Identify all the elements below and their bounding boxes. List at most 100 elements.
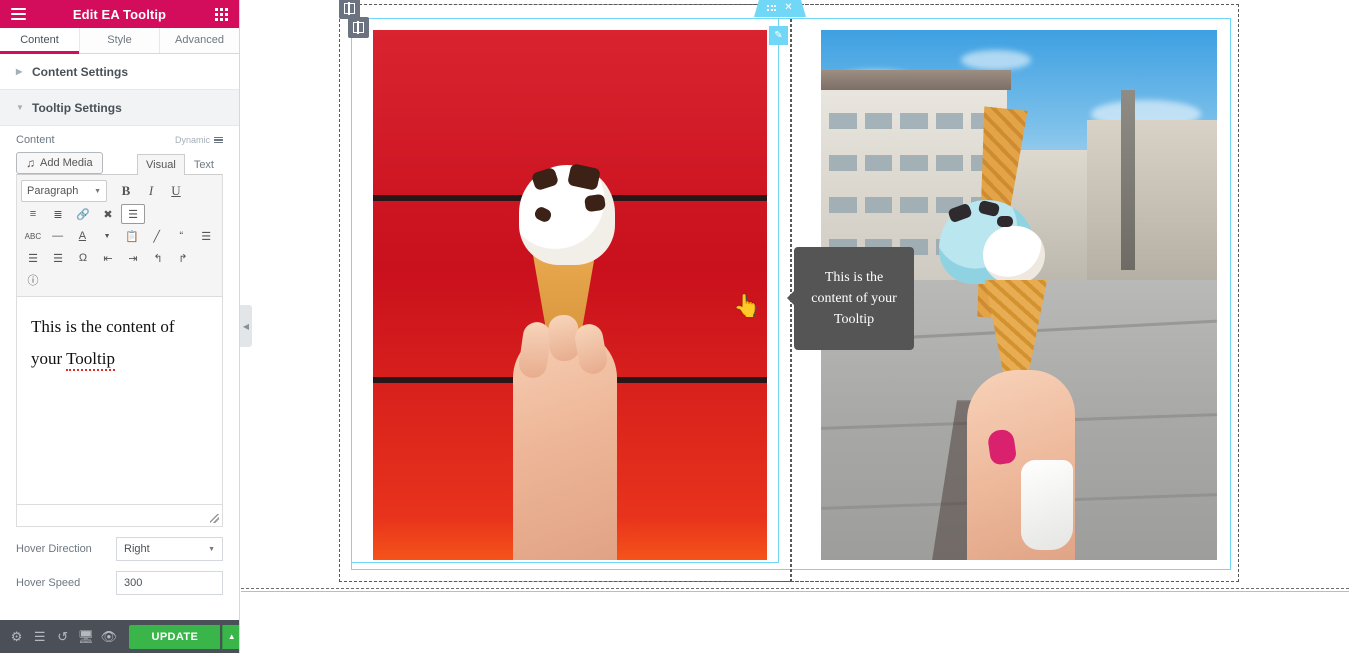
- dynamic-label: Dynamic: [174, 135, 210, 145]
- panel-tabs: Content Style Advanced: [0, 28, 239, 54]
- italic-button[interactable]: I: [139, 181, 163, 201]
- navigator-layers-icon[interactable]: ☰: [29, 620, 50, 653]
- tab-advanced[interactable]: Advanced: [160, 28, 239, 53]
- toolbar-row-4: ☰ ☰ Ω ⇤ ⇥ ↰ ↱: [21, 248, 218, 268]
- elementor-editor-screen: Edit EA Tooltip Content Style Advanced ▶…: [0, 0, 1349, 653]
- format-select-value: Paragraph: [27, 185, 79, 197]
- white-ice-cream-scoop: [983, 226, 1045, 284]
- numbered-list-icon[interactable]: ≣: [46, 204, 70, 224]
- undo-icon[interactable]: ↰: [146, 248, 170, 268]
- close-icon[interactable]: ✕: [784, 3, 792, 13]
- chevron-down-icon: ▼: [94, 187, 101, 195]
- cloud: [961, 50, 1031, 70]
- resize-grip-icon[interactable]: [210, 514, 219, 523]
- chevron-up-icon[interactable]: ▲: [222, 624, 239, 649]
- section-content-settings-label: Content Settings: [32, 64, 128, 79]
- paste-text-icon[interactable]: 📋: [120, 226, 144, 246]
- pencil-icon[interactable]: ✎: [769, 26, 788, 45]
- toolbar-row-3: ABC — A ▼ 📋 ╱ “ ☰: [21, 226, 218, 246]
- content-control-row: Content Dynamic: [0, 126, 239, 146]
- blockquote-block-icon[interactable]: ☰: [121, 204, 145, 224]
- hover-direction-row: Hover Direction Right ▼: [0, 527, 239, 561]
- hover-direction-label: Hover Direction: [16, 543, 92, 555]
- add-media-label: Add Media: [40, 156, 93, 169]
- grid-icon[interactable]: [203, 0, 239, 28]
- hover-speed-row: Hover Speed 300: [0, 561, 239, 595]
- column-handle-icon[interactable]: [348, 17, 369, 38]
- preview-canvas: This is the content of your Tooltip ✕ ✎ …: [241, 0, 1349, 653]
- toolbar-row-2: ≡ ≣ 🔗 ✖ ☰: [21, 204, 218, 224]
- tab-style[interactable]: Style: [80, 28, 160, 53]
- media-icon: ♫: [26, 156, 35, 170]
- align-right-icon[interactable]: ☰: [46, 248, 70, 268]
- tab-text[interactable]: Text: [185, 154, 223, 175]
- color-dropdown-icon[interactable]: ▼: [95, 226, 119, 246]
- tooltip-image-left[interactable]: [373, 30, 767, 560]
- preview-eye-icon[interactable]: 👁: [98, 620, 119, 653]
- format-select[interactable]: Paragraph ▼: [21, 180, 107, 202]
- editor-mode-tabs: Visual Text: [137, 153, 223, 175]
- settings-gear-icon[interactable]: ⚙: [6, 620, 27, 653]
- indent-icon[interactable]: ⇥: [121, 248, 145, 268]
- building: [1087, 120, 1217, 280]
- hamburger-icon[interactable]: [0, 0, 36, 28]
- link-icon[interactable]: 🔗: [71, 204, 95, 224]
- editor-content-area[interactable]: This is the content of your Tooltip: [16, 297, 223, 505]
- wysiwyg-editor: ♫ Add Media Visual Text Paragraph ▼ B I …: [16, 152, 223, 527]
- bold-button[interactable]: B: [114, 181, 138, 201]
- dynamic-tags-button[interactable]: Dynamic: [175, 135, 223, 145]
- widget-toolbar[interactable]: ✕: [754, 0, 806, 17]
- obelisk: [1121, 90, 1135, 270]
- align-center-icon[interactable]: ☰: [21, 248, 45, 268]
- hover-speed-input[interactable]: 300: [116, 571, 223, 595]
- editor-status-bar: [16, 505, 223, 527]
- toolbar-row-5: ⓘ: [21, 270, 218, 290]
- toolbar-row-1: Paragraph ▼ B I U: [21, 180, 218, 202]
- text-color-icon[interactable]: A: [71, 226, 95, 246]
- special-character-icon[interactable]: Ω: [71, 248, 95, 268]
- bullet-list-icon[interactable]: ≡: [21, 204, 45, 224]
- content-label: Content: [16, 134, 55, 146]
- canvas-bottom-divider: [241, 588, 1349, 589]
- update-button[interactable]: UPDATE: [129, 624, 221, 649]
- keyboard-shortcuts-icon[interactable]: ⓘ: [21, 270, 45, 290]
- hover-direction-select[interactable]: Right ▼: [116, 537, 223, 561]
- strikethrough-icon[interactable]: ABC: [21, 226, 45, 246]
- chevron-left-icon: ◀: [242, 321, 250, 331]
- chocolate-chunk: [997, 216, 1013, 227]
- page-title: Edit EA Tooltip: [72, 6, 167, 22]
- section-tooltip-settings[interactable]: ▼ Tooltip Settings: [0, 90, 239, 126]
- drag-dots-icon[interactable]: [767, 5, 777, 11]
- section-content-settings[interactable]: ▶ Content Settings: [0, 54, 239, 90]
- tooltip-bubble: This is the content of your Tooltip: [787, 247, 914, 350]
- clear-formatting-icon[interactable]: ╱: [145, 226, 169, 246]
- responsive-mode-icon[interactable]: 🖥: [75, 620, 96, 653]
- column-handle-icon: [344, 2, 355, 15]
- panel-collapse-toggle[interactable]: ◀: [240, 305, 252, 347]
- editor-media-row: ♫ Add Media Visual Text: [16, 152, 223, 175]
- roof: [821, 70, 1011, 90]
- history-revisions-icon[interactable]: ↺: [52, 620, 73, 653]
- hover-direction-value: Right: [124, 543, 150, 555]
- tab-visual[interactable]: Visual: [137, 154, 185, 175]
- blockquote-icon[interactable]: “: [170, 226, 194, 246]
- tab-content[interactable]: Content: [0, 28, 80, 54]
- napkin: [1021, 460, 1073, 550]
- hover-speed-label: Hover Speed: [16, 577, 81, 589]
- horizontal-rule-icon[interactable]: —: [46, 226, 70, 246]
- section-tooltip-settings-label: Tooltip Settings: [32, 100, 122, 115]
- editor-panel: Edit EA Tooltip Content Style Advanced ▶…: [0, 0, 240, 653]
- outdent-icon[interactable]: ⇤: [96, 248, 120, 268]
- canvas-bottom-highlight: [241, 591, 1349, 592]
- panel-footer: ⚙ ☰ ↺ 🖥 👁 UPDATE ▲: [0, 620, 239, 653]
- align-left-icon[interactable]: ☰: [194, 226, 218, 246]
- add-media-button[interactable]: ♫ Add Media: [16, 152, 103, 174]
- chevron-down-icon: ▼: [208, 545, 215, 553]
- editor-body-misspelled-word: Tooltip: [66, 349, 115, 371]
- editor-toolbar: Paragraph ▼ B I U ≡ ≣ 🔗 ✖ ☰ ABC — A ▼ 📋 …: [16, 174, 223, 297]
- underline-button[interactable]: U: [164, 181, 188, 201]
- redo-icon[interactable]: ↱: [171, 248, 195, 268]
- more-toolbar-icon[interactable]: ✖: [96, 204, 120, 224]
- dynamic-bars-icon: [214, 136, 223, 144]
- hover-speed-value: 300: [124, 577, 143, 589]
